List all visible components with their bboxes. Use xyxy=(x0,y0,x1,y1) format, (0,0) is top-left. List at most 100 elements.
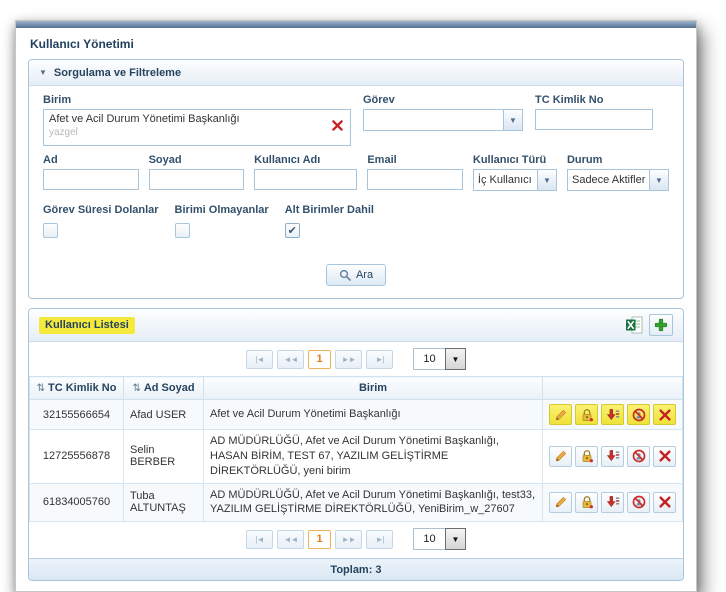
user-table: ⇅TC Kimlik No ⇅Ad Soyad Birim 3215556665… xyxy=(29,376,683,522)
edit-button[interactable] xyxy=(549,492,572,513)
paginator-first-button[interactable]: |◄ xyxy=(246,350,273,369)
page-size-dropdown[interactable]: 10 ▼ xyxy=(413,348,466,370)
paginator-first-button[interactable]: |◄ xyxy=(246,530,273,549)
paginator-prev-button[interactable]: ◄◄ xyxy=(277,530,304,549)
search-button[interactable]: Ara xyxy=(326,264,386,286)
delete-x-icon xyxy=(658,408,672,422)
add-user-button[interactable] xyxy=(649,314,673,336)
tc-field-group: TC Kimlik No xyxy=(535,94,653,130)
email-input[interactable] xyxy=(367,169,463,190)
roles-button[interactable] xyxy=(575,492,598,513)
alt-birimler-label: Alt Birimler Dahil xyxy=(285,204,374,216)
chevron-down-icon[interactable]: ▼ xyxy=(649,170,668,190)
edit-pencil-icon xyxy=(554,495,568,509)
roles-button[interactable] xyxy=(575,404,598,425)
search-icon xyxy=(339,269,351,281)
ad-input[interactable] xyxy=(43,169,139,190)
kullanici-turu-label: Kullanıcı Türü xyxy=(473,154,557,166)
paginator-bottom: |◄ ◄◄ 1 ►► ►| 10 ▼ xyxy=(29,522,683,556)
filter-panel: ▼ Sorgulama ve Filtreleme Birim Afet ve … xyxy=(28,59,684,299)
birimi-olmayan-checkbox[interactable]: ✔ xyxy=(175,223,190,238)
email-field-group: Email xyxy=(367,154,463,190)
durum-dropdown[interactable]: Sadece Aktifler ▼ xyxy=(567,169,669,191)
birim-clear-icon[interactable] xyxy=(331,119,344,132)
paginator-last-button[interactable]: ►| xyxy=(366,350,393,369)
gorev-suresi-checkbox[interactable]: ✔ xyxy=(43,223,58,238)
deactivate-button[interactable] xyxy=(627,492,650,513)
paginator-page-1[interactable]: 1 xyxy=(308,350,331,369)
birim-value: Afet ve Acil Durum Yönetimi Başkanlığı xyxy=(49,113,326,125)
chevron-down-icon[interactable]: ▼ xyxy=(537,170,556,190)
email-label: Email xyxy=(367,154,463,166)
cell-birim: AD MÜDÜRLÜĞÜ, Afet ve Acil Durum Yönetim… xyxy=(204,430,543,484)
delete-button[interactable] xyxy=(653,404,676,425)
delete-button[interactable] xyxy=(653,446,676,467)
delete-x-icon xyxy=(658,449,672,463)
edit-pencil-icon xyxy=(554,449,568,463)
page-size-dropdown[interactable]: 10 ▼ xyxy=(413,528,466,550)
column-header-name[interactable]: ⇅Ad Soyad xyxy=(124,377,204,400)
soyad-label: Soyad xyxy=(149,154,245,166)
excel-export-icon[interactable] xyxy=(625,316,643,334)
deactivate-block-icon xyxy=(632,495,646,509)
birim-picker-field[interactable]: Afet ve Acil Durum Yönetimi Başkanlığı y… xyxy=(43,109,351,146)
assign-unit-button[interactable] xyxy=(601,446,624,467)
birim-field-group: Birim Afet ve Acil Durum Yönetimi Başkan… xyxy=(43,94,351,146)
user-list-header: Kullanıcı Listesi xyxy=(29,309,683,342)
alt-birimler-checkbox-group: Alt Birimler Dahil ✔ xyxy=(285,204,374,238)
birimi-olmayan-checkbox-group: Birimi Olmayanlar ✔ xyxy=(175,204,269,238)
cell-name: Selin BERBER xyxy=(124,430,204,484)
cell-name: Tuba ALTUNTAŞ xyxy=(124,483,204,522)
roles-lock-icon xyxy=(580,408,594,422)
filter-panel-title: Sorgulama ve Filtreleme xyxy=(54,67,181,79)
roles-lock-icon xyxy=(580,495,594,509)
gorev-dropdown[interactable]: ▼ xyxy=(363,109,523,131)
table-row[interactable]: 12725556878 Selin BERBER AD MÜDÜRLÜĞÜ, A… xyxy=(30,430,683,484)
collapse-arrow-icon[interactable]: ▼ xyxy=(39,68,47,77)
paginator-next-button[interactable]: ►► xyxy=(335,530,362,549)
assign-unit-button[interactable] xyxy=(601,404,624,425)
gorev-field-group: Görev ▼ xyxy=(363,94,523,131)
alt-birimler-checkbox[interactable]: ✔ xyxy=(285,223,300,238)
assign-unit-icon xyxy=(606,408,620,422)
column-header-actions xyxy=(543,377,683,400)
app-window: Kullanıcı Yönetimi ▼ Sorgulama ve Filtre… xyxy=(15,20,697,592)
edit-button[interactable] xyxy=(549,404,572,425)
table-header-row: ⇅TC Kimlik No ⇅Ad Soyad Birim xyxy=(30,377,683,400)
cell-tc: 32155566654 xyxy=(30,400,124,430)
sort-icon[interactable]: ⇅ xyxy=(132,383,140,394)
edit-pencil-icon xyxy=(554,408,568,422)
delete-button[interactable] xyxy=(653,492,676,513)
kullanici-turu-dropdown[interactable]: İç Kullanıcı ▼ xyxy=(473,169,557,191)
edit-button[interactable] xyxy=(549,446,572,467)
paginator-page-1[interactable]: 1 xyxy=(308,530,331,549)
paginator-next-button[interactable]: ►► xyxy=(335,350,362,369)
roles-lock-icon xyxy=(580,449,594,463)
deactivate-button[interactable] xyxy=(627,404,650,425)
deactivate-button[interactable] xyxy=(627,446,650,467)
assign-unit-icon xyxy=(606,495,620,509)
gorev-value xyxy=(364,110,503,130)
chevron-down-icon[interactable]: ▼ xyxy=(503,110,522,130)
assign-unit-button[interactable] xyxy=(601,492,624,513)
roles-button[interactable] xyxy=(575,446,598,467)
chevron-down-icon[interactable]: ▼ xyxy=(445,348,466,370)
column-header-tc[interactable]: ⇅TC Kimlik No xyxy=(30,377,124,400)
birimi-olmayan-label: Birimi Olmayanlar xyxy=(175,204,269,216)
table-row[interactable]: 61834005760 Tuba ALTUNTAŞ AD MÜDÜRLÜĞÜ, … xyxy=(30,483,683,522)
cell-birim: Afet ve Acil Durum Yönetimi Başkanlığı xyxy=(204,400,543,430)
table-row[interactable]: 32155566654 Afad USER Afet ve Acil Durum… xyxy=(30,400,683,430)
gorev-suresi-checkbox-group: Görev Süresi Dolanlar ✔ xyxy=(43,204,159,238)
kullanici-adi-input[interactable] xyxy=(254,169,357,190)
paginator-prev-button[interactable]: ◄◄ xyxy=(277,350,304,369)
gorev-suresi-label: Görev Süresi Dolanlar xyxy=(43,204,159,216)
paginator-last-button[interactable]: ►| xyxy=(366,530,393,549)
ad-label: Ad xyxy=(43,154,139,166)
filter-panel-header[interactable]: ▼ Sorgulama ve Filtreleme xyxy=(29,60,683,86)
tc-kimlik-input[interactable] xyxy=(535,109,653,130)
cell-actions xyxy=(543,430,683,484)
cell-actions xyxy=(543,400,683,430)
chevron-down-icon[interactable]: ▼ xyxy=(445,528,466,550)
sort-icon[interactable]: ⇅ xyxy=(37,383,45,394)
soyad-input[interactable] xyxy=(149,169,245,190)
